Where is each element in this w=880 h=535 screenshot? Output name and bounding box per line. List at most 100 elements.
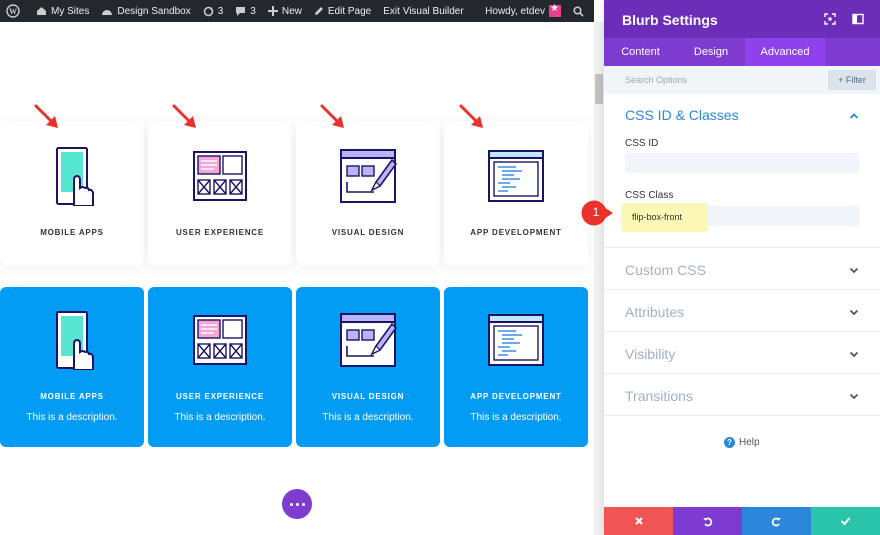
search-options-bar: + Filter xyxy=(604,66,880,94)
wireframe-icon xyxy=(193,315,247,365)
admin-bar: W My Sites Design Sandbox 3 3 New Edit P… xyxy=(0,0,594,22)
updates-menu[interactable]: 3 xyxy=(197,0,230,22)
card-description: This is a description. xyxy=(26,412,118,423)
scrollbar-thumb[interactable] xyxy=(595,74,603,104)
visibility-toggle[interactable]: Visibility xyxy=(625,346,675,362)
blurb-card-visual-design-back[interactable]: VISUAL DESIGN This is a description. xyxy=(296,287,440,447)
chevron-down-icon[interactable] xyxy=(849,307,859,317)
card-description: This is a description. xyxy=(322,412,414,423)
callout-number: 1 xyxy=(592,205,600,219)
mobile-hand-icon xyxy=(56,147,94,206)
dashboard-icon xyxy=(102,10,113,15)
builder-menu-button[interactable] xyxy=(282,489,312,519)
check-icon xyxy=(840,517,851,526)
filter-button[interactable]: + Filter xyxy=(828,70,876,90)
chevron-down-icon[interactable] xyxy=(849,349,859,359)
css-class-value[interactable]: flip-box-front xyxy=(632,212,682,222)
exit-builder-label: Exit Visual Builder xyxy=(383,5,464,17)
updates-count: 3 xyxy=(217,5,224,17)
settings-tabs: Content Design Advanced xyxy=(604,38,880,66)
new-label: New xyxy=(281,5,302,17)
redo-button[interactable] xyxy=(742,507,811,535)
builder-canvas: MOBILE APPS USER EXPERIENCE VISUAL DESIG… xyxy=(0,22,604,535)
screen: W My Sites Design Sandbox 3 3 New Edit P… xyxy=(0,0,880,535)
pencil-icon xyxy=(314,7,323,15)
card-title: USER EXPERIENCE xyxy=(175,392,265,401)
blurb-card-visual-design[interactable]: VISUAL DESIGN xyxy=(296,121,440,266)
help-label: Help xyxy=(739,437,760,448)
chevron-down-icon[interactable] xyxy=(849,265,859,275)
card-description: This is a description. xyxy=(174,412,266,423)
wordpress-logo-icon[interactable]: W xyxy=(0,0,30,22)
help-icon: ? xyxy=(724,437,735,448)
chevron-up-icon[interactable] xyxy=(849,111,859,121)
panel-header: Blurb Settings xyxy=(604,0,880,38)
card-title: USER EXPERIENCE xyxy=(175,228,265,237)
card-title: VISUAL DESIGN xyxy=(331,392,405,401)
annotation-arrow xyxy=(34,104,58,128)
new-content-menu[interactable]: New xyxy=(262,0,308,22)
site-name-menu[interactable]: Design Sandbox xyxy=(95,0,196,22)
avatar xyxy=(549,3,561,17)
card-title: VISUAL DESIGN xyxy=(331,228,405,237)
howdy-label: Howdy, etdev xyxy=(485,5,545,17)
chevron-down-icon[interactable] xyxy=(849,391,859,401)
design-pencil-icon xyxy=(340,149,398,203)
blurb-card-user-experience[interactable]: USER EXPERIENCE xyxy=(148,121,292,266)
search-icon xyxy=(573,5,584,17)
discard-button[interactable] xyxy=(604,507,673,535)
blurb-card-mobile-apps[interactable]: MOBILE APPS xyxy=(0,121,144,266)
updates-icon xyxy=(203,6,214,16)
blurb-card-app-development-back[interactable]: APP DEVELOPMENT This is a description. xyxy=(444,287,588,447)
css-class-label: CSS Class xyxy=(625,190,674,201)
account-menu[interactable]: Howdy, etdev xyxy=(479,0,567,22)
blurb-card-app-development[interactable]: APP DEVELOPMENT xyxy=(444,121,588,266)
card-description: This is a description. xyxy=(470,412,562,423)
card-title: APP DEVELOPMENT xyxy=(470,392,562,401)
edit-page-link[interactable]: Edit Page xyxy=(308,0,377,22)
mobile-hand-icon xyxy=(56,311,94,370)
design-pencil-icon xyxy=(340,313,398,367)
blurb-settings-panel: Blurb Settings Content Design Advanced +… xyxy=(581,0,880,535)
search-options-input[interactable] xyxy=(604,66,826,94)
css-id-field[interactable] xyxy=(625,153,859,173)
svg-text:W: W xyxy=(9,7,17,16)
transitions-toggle[interactable]: Transitions xyxy=(625,388,693,404)
card-title: MOBILE APPS xyxy=(40,228,104,237)
close-icon xyxy=(634,517,643,525)
panel-title: Blurb Settings xyxy=(622,12,718,28)
my-sites-menu[interactable]: My Sites xyxy=(30,0,95,22)
annotation-arrow xyxy=(172,104,196,128)
css-id-classes-toggle[interactable]: CSS ID & Classes xyxy=(625,107,739,123)
css-id-label: CSS ID xyxy=(625,138,659,149)
canvas-scrollbar[interactable] xyxy=(594,22,604,535)
custom-css-toggle[interactable]: Custom CSS xyxy=(625,262,706,278)
admin-search-button[interactable] xyxy=(567,0,594,22)
code-window-icon xyxy=(488,150,544,202)
blurb-card-mobile-apps-back[interactable]: MOBILE APPS This is a description. xyxy=(0,287,144,447)
panel-footer xyxy=(604,507,880,535)
split-view-icon[interactable] xyxy=(852,13,864,25)
code-window-icon xyxy=(488,314,544,366)
wireframe-icon xyxy=(193,151,247,201)
tab-advanced[interactable]: Advanced xyxy=(745,38,825,66)
comments-menu[interactable]: 3 xyxy=(229,0,262,22)
redo-icon xyxy=(771,517,781,526)
exit-visual-builder-link[interactable]: Exit Visual Builder xyxy=(377,0,469,22)
annotation-arrow xyxy=(459,104,483,128)
tab-design[interactable]: Design xyxy=(677,38,745,66)
my-sites-label: My Sites xyxy=(51,5,90,17)
house-icon xyxy=(37,7,46,15)
site-name-label: Design Sandbox xyxy=(117,5,191,17)
save-button[interactable] xyxy=(811,507,880,535)
fullscreen-icon[interactable] xyxy=(824,13,836,25)
help-link[interactable]: ? Help xyxy=(724,437,760,448)
edit-page-label: Edit Page xyxy=(327,5,372,17)
attributes-toggle[interactable]: Attributes xyxy=(625,304,684,320)
blurb-card-user-experience-back[interactable]: USER EXPERIENCE This is a description. xyxy=(148,287,292,447)
dots-icon xyxy=(289,502,293,506)
undo-button[interactable] xyxy=(673,507,742,535)
card-title: MOBILE APPS xyxy=(40,392,104,401)
tab-content[interactable]: Content xyxy=(604,38,677,66)
card-title: APP DEVELOPMENT xyxy=(470,228,562,237)
